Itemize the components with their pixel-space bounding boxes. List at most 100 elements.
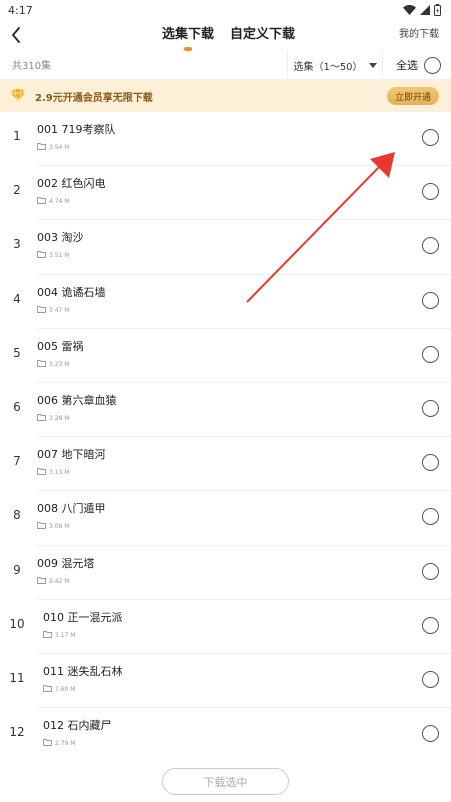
episode-size: 3.23 M (49, 360, 70, 368)
episode-checkbox[interactable] (422, 725, 439, 743)
status-bar: 4:17 (0, 0, 451, 20)
episode-checkbox[interactable] (422, 291, 439, 309)
episode-row[interactable]: 9 009 混元塔 3.42 M (0, 546, 451, 600)
episode-size: 3.54 M (49, 144, 70, 151)
select-all-checkbox[interactable] (424, 56, 441, 74)
episode-meta: 3.54 M (37, 143, 69, 152)
tab-episode-download[interactable]: 选集下载 (162, 20, 214, 51)
episode-row[interactable]: 4 004 诡谲石墙 3.47 M (0, 275, 451, 329)
episode-size: 3.47 M (49, 306, 70, 314)
episode-meta: 3.17 M (43, 630, 76, 640)
episode-number: 5 (13, 345, 21, 360)
footer-bar: 下载选中 (0, 762, 451, 802)
episode-number: 9 (13, 562, 21, 577)
folder-icon (43, 630, 52, 640)
episode-checkbox[interactable] (422, 454, 439, 472)
episode-meta: 2.79 M (43, 739, 75, 748)
folder-icon (37, 522, 46, 531)
vip-open-button[interactable]: 立即开通 (387, 87, 439, 105)
episode-title: 012 石内藏尸 (43, 719, 112, 733)
episode-row[interactable]: 11 011 迷失乱石林 7.60 M (0, 654, 451, 709)
episode-checkbox[interactable] (422, 562, 439, 580)
episode-row[interactable]: 3 003 淘沙 3.51 M (0, 220, 451, 275)
episode-title: 007 地下暗河 (37, 448, 106, 462)
folder-icon (37, 576, 46, 586)
caret-down-icon (368, 62, 377, 68)
episode-title: 003 淘沙 (37, 231, 84, 245)
episode-number: 3 (13, 237, 21, 252)
download-tabs: 选集下载 自定义下载 (162, 20, 295, 51)
episode-row[interactable]: 5 005 雷祸 3.23 M (0, 329, 451, 383)
episode-size: 3.42 M (49, 577, 70, 585)
episode-list: 1 001 719考察队 3.54 M 2 002 红色闪电 4.74 M 3 003 淘沙 3… (0, 112, 451, 762)
folder-icon (37, 468, 46, 477)
episode-number: 2 (13, 183, 21, 198)
vip-banner-text: 2.9元开通会员享无限下载 (35, 92, 153, 104)
back-button[interactable] (6, 24, 26, 46)
episode-checkbox[interactable] (422, 616, 439, 634)
episode-checkbox[interactable] (422, 399, 439, 417)
tab-custom-download[interactable]: 自定义下载 (230, 20, 295, 50)
episode-meta: 3.13 M (37, 468, 69, 477)
battery-icon (434, 4, 441, 16)
episode-title: 008 八门遁甲 (37, 502, 106, 516)
episode-title: 010 正一混元派 (43, 610, 123, 624)
episode-number: 11 (9, 670, 25, 685)
episode-title: 011 迷失乱石林 (43, 664, 123, 678)
episode-size: 3.28 M (49, 414, 70, 422)
select-all-label: 全选 (396, 59, 418, 72)
episode-row[interactable]: 10 010 正一混元派 3.17 M (0, 600, 451, 654)
signal-icon (420, 5, 430, 15)
episode-row[interactable]: 8 008 八门遁甲 3.08 M (0, 491, 451, 546)
status-time: 4:17 (8, 3, 33, 17)
episode-title: 004 诡谲石墙 (37, 285, 106, 299)
folder-icon (37, 359, 46, 369)
episode-title: 006 第六章血猿 (37, 393, 117, 407)
range-dropdown-label: 选集（1〜50） (293, 61, 363, 73)
episode-meta: 4.74 M (37, 197, 69, 206)
episode-row[interactable]: 7 007 地下暗河 3.13 M (0, 437, 451, 492)
episode-title: 005 雷祸 (37, 339, 84, 353)
episode-number: 7 (13, 454, 21, 469)
episode-number: 8 (13, 508, 21, 523)
episode-checkbox[interactable] (422, 129, 439, 146)
episode-title: 009 混元塔 (37, 556, 95, 570)
episode-title: 002 红色闪电 (37, 177, 106, 191)
range-dropdown[interactable]: 选集（1〜50） (287, 50, 383, 80)
episode-checkbox[interactable] (422, 237, 439, 255)
episode-checkbox[interactable] (422, 670, 439, 688)
episode-size: 4.74 M (49, 198, 70, 206)
episode-number: 10 (9, 616, 25, 631)
my-downloads-link[interactable]: 我的下载 (399, 20, 439, 50)
folder-icon (37, 413, 46, 423)
episode-size: 3.17 M (55, 631, 76, 639)
episode-meta: 3.47 M (37, 305, 70, 315)
select-all-toggle[interactable]: 全选 (396, 50, 441, 80)
folder-icon (37, 305, 46, 315)
diamond-icon (11, 89, 25, 101)
episode-number: 4 (13, 291, 21, 306)
vip-banner[interactable]: 2.9元开通会员享无限下载 立即开通 (0, 80, 451, 112)
episode-checkbox[interactable] (422, 508, 439, 526)
episode-checkbox[interactable] (422, 345, 439, 363)
folder-icon (43, 684, 52, 694)
episode-number: 12 (9, 725, 25, 740)
episode-checkbox[interactable] (422, 183, 439, 201)
episode-size: 2.79 M (55, 740, 76, 748)
episode-row[interactable]: 12 012 石内藏尸 2.79 M (0, 708, 451, 762)
back-arrow-icon (12, 27, 20, 43)
episode-count: 共310集 (12, 61, 52, 72)
episode-meta: 3.51 M (37, 251, 69, 260)
episode-row[interactable]: 1 001 719考察队 3.54 M (0, 112, 451, 167)
episode-row[interactable]: 6 006 第六章血猿 3.28 M (0, 383, 451, 438)
folder-icon (43, 739, 52, 748)
download-selected-button[interactable]: 下载选中 (162, 768, 289, 795)
episode-meta: 3.23 M (37, 359, 70, 369)
episode-row[interactable]: 2 002 红色闪电 4.74 M (0, 166, 451, 221)
folder-icon (37, 197, 46, 206)
episode-meta: 3.08 M (37, 522, 69, 531)
folder-icon (37, 251, 46, 260)
episode-meta: 7.60 M (43, 684, 75, 694)
episode-meta: 3.28 M (37, 413, 70, 423)
episode-size: 3.13 M (49, 469, 70, 477)
